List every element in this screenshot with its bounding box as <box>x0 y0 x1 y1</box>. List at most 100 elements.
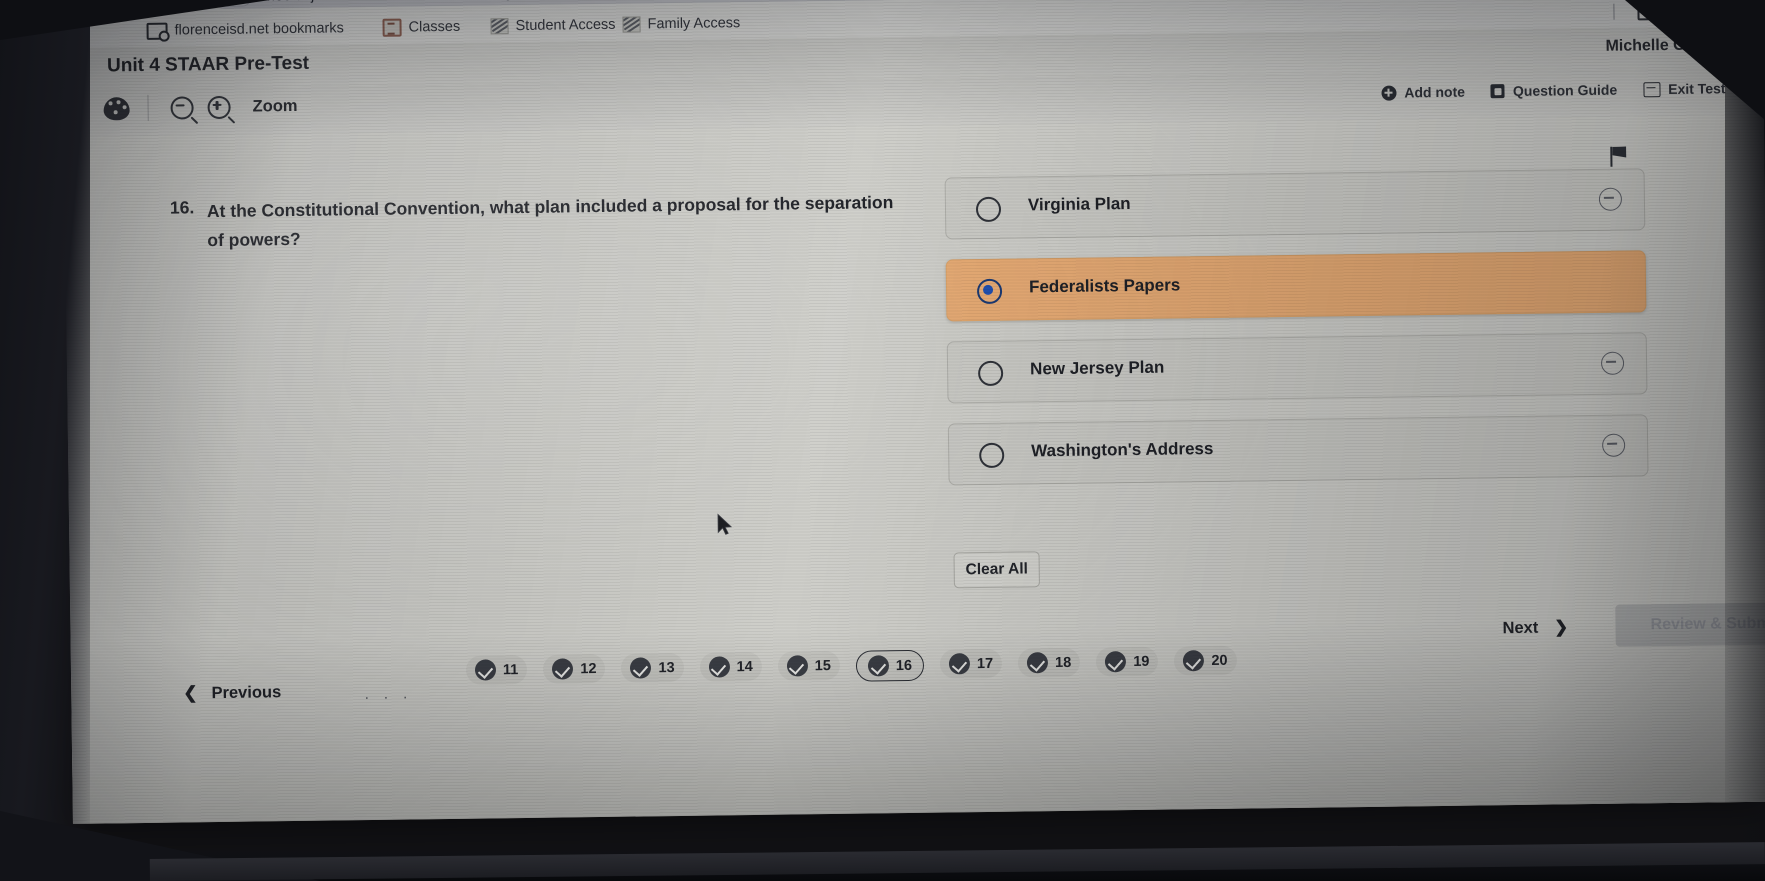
question-pill-number: 16 <box>895 657 913 674</box>
color-palette-icon[interactable] <box>103 96 130 120</box>
flag-icon[interactable] <box>1610 147 1627 167</box>
books-app-icon[interactable] <box>764 823 805 824</box>
question-pager: 11 12 13 14 15 16 17 18 19 20 <box>465 645 1253 686</box>
zoom-in-icon[interactable] <box>207 95 231 119</box>
next-label: Next <box>1502 618 1539 637</box>
review-submit-button[interactable]: Review & Submit <box>1615 602 1765 647</box>
answer-option-virginia-plan[interactable]: Virginia Plan <box>944 168 1646 240</box>
shelf-status-area[interactable]: Nov 1 5:41 US <box>1541 809 1759 824</box>
question-pill-17[interactable]: 17 <box>939 648 1003 679</box>
screen-bezel-bottom <box>0 845 1765 881</box>
bookmark-student-access[interactable]: Student Access <box>490 13 616 39</box>
answer-label: Virginia Plan <box>1027 194 1131 215</box>
chevron-right-icon: ❯ <box>1554 618 1569 637</box>
forward-arrow-icon[interactable]: → <box>122 0 139 10</box>
status-divider <box>1616 817 1619 824</box>
question-pill-number: 13 <box>658 659 675 676</box>
back-arrow-icon[interactable]: ← <box>80 0 97 11</box>
notes-app-icon[interactable] <box>1020 821 1059 824</box>
check-icon <box>867 655 890 677</box>
launcher-icon[interactable] <box>692 821 740 824</box>
plus-circle-icon <box>1381 85 1397 101</box>
radio-button[interactable] <box>975 196 1002 223</box>
exit-icon <box>1643 81 1661 97</box>
question-pill-11[interactable]: 11 <box>465 654 528 685</box>
laptop-screen: ← → ↻ schoolobjects.com/aware2/onlinetes… <box>62 0 1765 824</box>
radio-button[interactable] <box>977 360 1004 387</box>
check-icon <box>786 655 808 677</box>
reload-icon[interactable]: ↻ <box>166 0 181 10</box>
next-button[interactable]: Next ❯ <box>1502 617 1568 638</box>
student-name: Michelle Garcia <box>1605 36 1724 55</box>
answer-label: New Jersey Plan <box>1029 357 1165 379</box>
zoom-out-icon[interactable] <box>170 95 194 120</box>
exit-test-button[interactable]: Exit Test <box>1643 80 1726 97</box>
bookmark-classes[interactable]: Classes <box>382 15 460 40</box>
folder-icon <box>1637 3 1659 21</box>
folder-icon <box>146 22 168 40</box>
question-pill-12[interactable]: 12 <box>543 653 606 684</box>
answer-option-washingtons-address[interactable]: Washington's Address <box>947 414 1649 486</box>
bookmark-label: Student Access <box>515 16 616 35</box>
bookmark-label: Family Access <box>647 15 741 33</box>
eliminate-icon[interactable] <box>1601 433 1626 457</box>
question-pill-number: 17 <box>976 655 994 672</box>
question-pill-number: 11 <box>502 661 519 678</box>
mouse-cursor <box>717 513 733 535</box>
shelf-date: Nov 1 <box>1555 819 1599 824</box>
bookmark-florenceisd[interactable]: florenceisd.net bookmarks <box>146 16 344 43</box>
question-overflow-dots[interactable]: · · · <box>364 688 413 706</box>
sign-out-button[interactable]: Sign out <box>1417 811 1526 824</box>
classes-icon <box>382 18 402 37</box>
clear-all-button[interactable]: Clear All <box>953 551 1040 589</box>
previous-label: Previous <box>211 682 282 702</box>
question-pill-15[interactable]: 15 <box>777 650 841 681</box>
check-icon <box>552 658 574 680</box>
radio-button-selected[interactable] <box>976 278 1003 305</box>
zoom-label: Zoom <box>252 96 298 116</box>
wifi-icon[interactable] <box>1726 819 1745 824</box>
answer-options-list: Virginia Plan Federalists Papers New Jer… <box>944 168 1649 505</box>
question-guide-button[interactable]: Question Guide <box>1490 81 1618 100</box>
question-pill-number: 18 <box>1055 654 1072 671</box>
check-icon <box>474 659 497 681</box>
question-pill-19[interactable]: 19 <box>1096 646 1159 677</box>
chevron-left-icon: ❮ <box>183 683 198 703</box>
answer-label: Federalists Papers <box>1028 275 1181 297</box>
check-icon <box>948 653 971 675</box>
question-pill-13[interactable]: 13 <box>621 652 684 683</box>
add-note-button[interactable]: Add note <box>1381 84 1465 101</box>
eliminate-icon[interactable] <box>1598 187 1623 211</box>
document-icon <box>490 18 509 35</box>
all-bookmarks-button[interactable]: All Bookmarks <box>1637 0 1745 22</box>
question-area: 16. At the Constitutional Convention, wh… <box>63 114 1765 777</box>
answer-option-federalists-papers[interactable]: Federalists Papers <box>945 250 1647 322</box>
question-pill-number: 20 <box>1211 652 1228 669</box>
previous-button[interactable]: ❮ Previous <box>183 682 281 703</box>
page-title: Unit 4 STAAR Pre-Test <box>106 52 310 77</box>
exit-test-label: Exit Test <box>1668 80 1726 97</box>
radio-button[interactable] <box>979 442 1005 469</box>
chromeos-shelf: Sign out Nov 1 5:41 US <box>72 801 1765 824</box>
question-pill-18[interactable]: 18 <box>1017 647 1081 678</box>
keyboard-lip <box>149 842 1765 881</box>
eliminate-icon[interactable] <box>1600 351 1625 375</box>
question-pill-16-current[interactable]: 16 <box>855 649 925 682</box>
question-pill-20[interactable]: 20 <box>1174 645 1237 676</box>
check-icon <box>630 657 652 679</box>
all-bookmarks-label: All Bookmarks <box>1664 2 1745 19</box>
screen-photograph: ← → ↻ schoolobjects.com/aware2/onlinetes… <box>0 0 1765 881</box>
question-pill-14[interactable]: 14 <box>699 651 762 682</box>
question-pill-number: 15 <box>814 657 831 674</box>
keyboard-layout: US <box>1686 818 1708 824</box>
bookmarks-divider <box>1613 3 1615 20</box>
bookmark-family-access[interactable]: Family Access <box>622 11 740 37</box>
question-pill-number: 12 <box>580 660 597 677</box>
answer-option-new-jersey-plan[interactable]: New Jersey Plan <box>946 332 1648 404</box>
question-guide-label: Question Guide <box>1512 81 1618 100</box>
add-note-label: Add note <box>1404 83 1466 101</box>
toolbar-divider <box>147 94 149 121</box>
question-text: At the Constitutional Convention, what p… <box>206 192 894 251</box>
classroom-app-icon[interactable] <box>892 822 931 824</box>
files-app-icon[interactable] <box>955 820 996 824</box>
